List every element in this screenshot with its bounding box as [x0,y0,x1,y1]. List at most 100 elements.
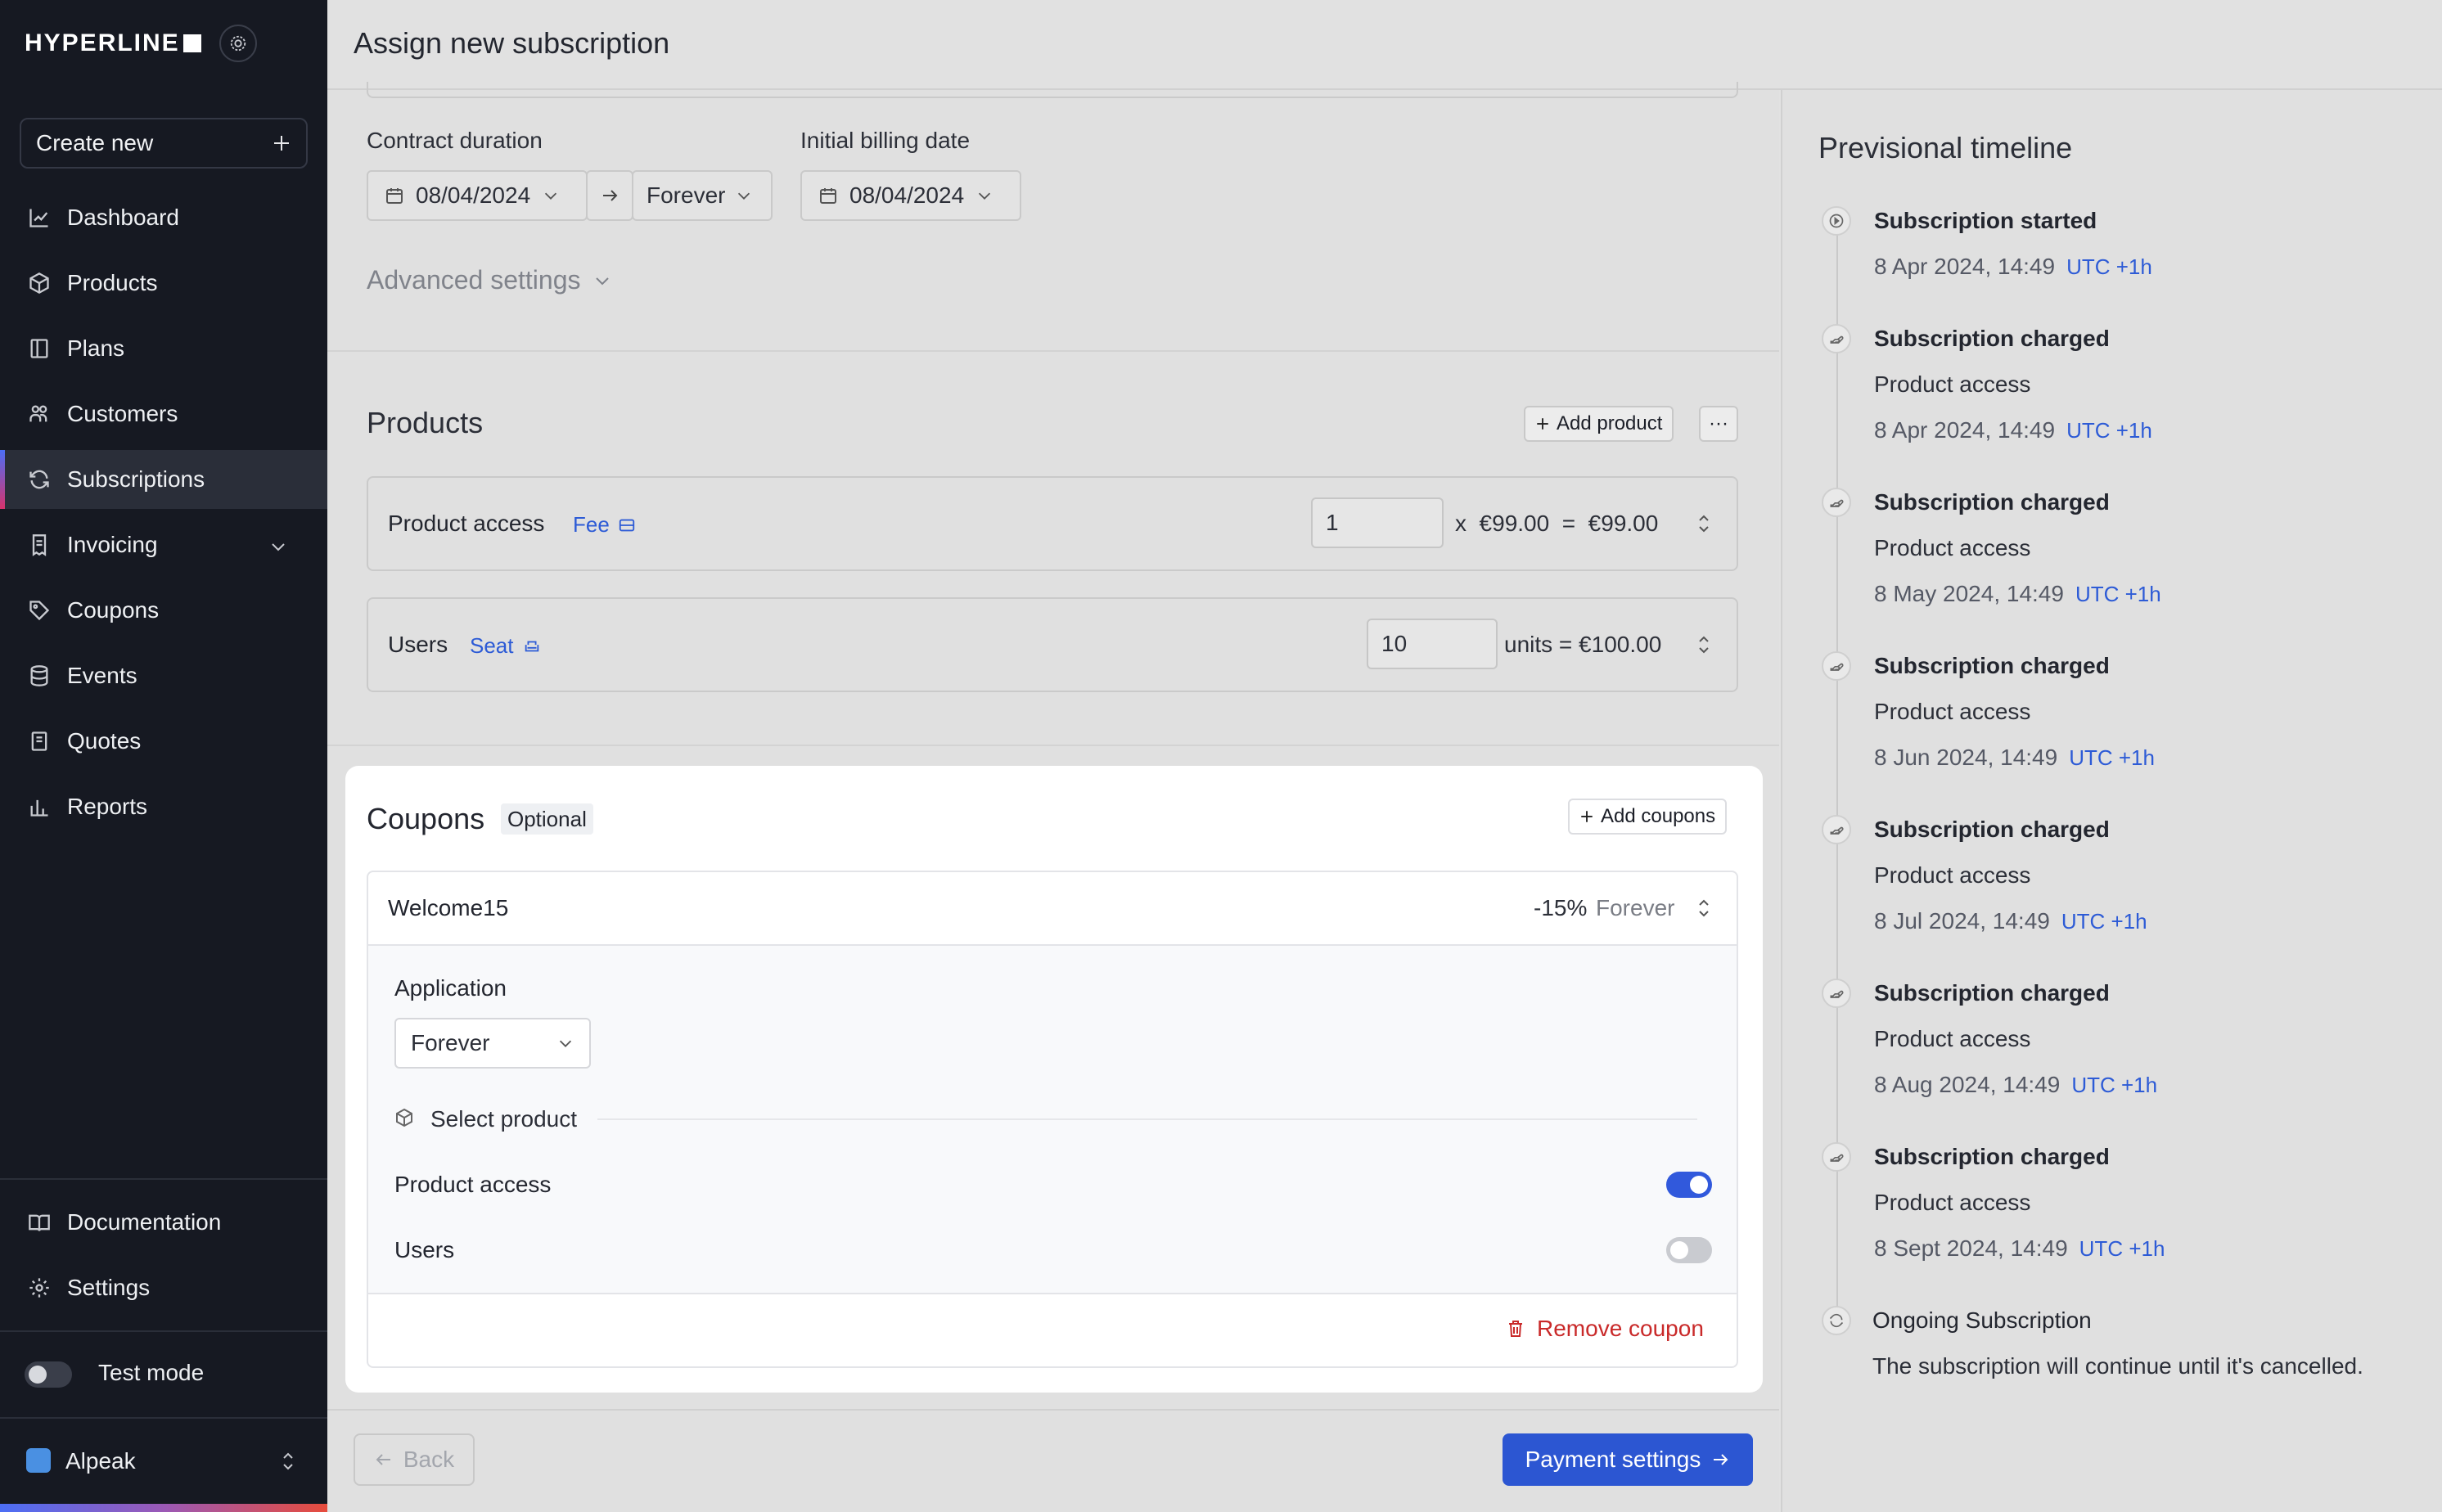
product-quantity-input[interactable]: 1 [1311,497,1444,548]
timeline-event-product: Product access [1874,862,2031,888]
seat-badge: Seat [470,633,542,659]
sidebar-item-invoicing[interactable]: Invoicing [0,515,327,574]
arrow-right-icon [586,170,633,221]
chevron-down-icon [738,192,750,200]
billing-date-picker[interactable]: 08/04/2024 [800,170,1021,221]
workspace-settings-icon[interactable] [219,25,257,62]
fee-badge: Fee [573,512,636,538]
sidebar-item-customers[interactable]: Customers [0,385,327,443]
timeline-event-title: Subscription charged [1874,980,2110,1006]
timeline-title: Previsional timeline [1818,131,2073,164]
sidebar-item-settings[interactable]: Settings [0,1258,327,1317]
chevron-down-icon [559,1040,572,1047]
previous-section-edge [367,82,1738,98]
sidebar-item-reports[interactable]: Reports [0,777,327,836]
ongoing-subscription-title: Ongoing Subscription [1872,1307,2092,1333]
book-icon [29,1214,50,1231]
ongoing-subscription-description: The subscription will continue until it'… [1872,1353,2363,1379]
chart-line-icon [29,209,48,227]
timeline-event-title: Subscription charged [1874,817,2110,842]
org-switcher[interactable]: Alpeak [65,1448,136,1474]
arrow-left-icon [376,1454,390,1465]
coupons-section-title: Coupons [367,802,485,835]
plan-icon [30,339,48,358]
cube-icon [396,1108,412,1127]
page-header: Assign new subscription [327,0,2442,90]
bar-chart-icon [30,799,48,817]
plus-icon [272,133,291,153]
sidebar-item-coupons[interactable]: Coupons [0,581,327,640]
coupon-product-label: Users [394,1237,455,1262]
payment-settings-button[interactable]: Payment settings [1503,1433,1753,1486]
application-label: Application [394,975,507,1001]
chevron-updown-icon[interactable] [1694,632,1714,658]
advanced-settings-toggle[interactable]: Advanced settings [367,265,612,295]
users-icon [29,405,47,422]
timeline-event-title: Subscription started [1874,208,2097,233]
products-more-button[interactable]: ··· [1699,406,1738,442]
sidebar-item-dashboard[interactable]: Dashboard [0,188,327,247]
calendar-icon [386,188,403,204]
timeline-panel [1781,90,2442,1512]
chevron-down-icon[interactable] [268,537,288,556]
timeline-event-date: 8 Sept 2024, 14:49 UTC +1h [1874,1235,2165,1261]
contract-end-select[interactable]: Forever [632,170,773,221]
seat-quantity-input[interactable]: 10 [1367,619,1498,669]
receipt-icon [32,534,47,556]
application-select[interactable]: Forever [394,1018,591,1069]
seat-icon [525,641,538,651]
charge-icon [1822,324,1851,353]
sidebar-divider [0,1178,327,1180]
users-toggle[interactable] [1666,1237,1712,1263]
section-divider [327,350,1779,352]
sidebar-item-subscriptions[interactable]: Subscriptions [0,450,327,509]
arrow-right-icon [1714,1454,1728,1465]
chevron-updown-icon[interactable] [1694,511,1714,537]
sidebar-item-products[interactable]: Products [0,254,327,313]
section-divider [327,745,1779,746]
document-icon [31,731,47,751]
sidebar-item-plans[interactable]: Plans [0,319,327,378]
add-coupons-button[interactable]: Add coupons [1568,799,1728,835]
org-avatar [26,1448,51,1473]
contract-start-date-picker[interactable]: 08/04/2024 [367,170,588,221]
timeline-event-title: Subscription charged [1874,653,2110,678]
product-price: x €99.00 = €99.00 [1455,511,1659,536]
charge-icon [1822,815,1851,844]
coupon-name: Welcome15 [388,895,509,920]
sidebar-item-quotes[interactable]: Quotes [0,712,327,771]
chevron-updown-icon[interactable] [278,1450,298,1473]
trash-icon [1509,1321,1522,1337]
sidebar-divider [0,1330,327,1332]
timeline-event-title: Subscription charged [1874,326,2110,351]
contract-duration-label: Contract duration [367,128,543,153]
back-button[interactable]: Back [354,1433,475,1486]
tag-icon [29,601,50,621]
test-mode-toggle[interactable] [25,1361,72,1388]
add-product-button[interactable]: Add product [1524,406,1674,442]
chevron-updown-icon[interactable] [1694,895,1714,921]
sidebar-item-events[interactable]: Events [0,646,327,705]
remove-coupon-button[interactable]: Remove coupon [1506,1316,1704,1342]
charge-icon [1822,1142,1851,1172]
seat-price: units = €100.00 [1504,632,1662,657]
initial-billing-label: Initial billing date [800,128,971,153]
cube-icon [29,272,49,295]
charge-icon [1822,651,1851,681]
divider [597,1118,1697,1120]
product-access-toggle[interactable] [1666,1172,1712,1198]
optional-badge: Optional [501,803,593,835]
timeline-event-title: Subscription charged [1874,489,2110,515]
coupon-discount: -15% [1534,895,1588,920]
create-new-button[interactable]: Create new [20,118,308,169]
product-name: Users [388,632,448,657]
timeline-event-date: 8 Aug 2024, 14:49 UTC +1h [1874,1072,2158,1097]
timeline-event-product: Product access [1874,1190,2031,1215]
sidebar-item-documentation[interactable]: Documentation [0,1193,327,1252]
sidebar-divider [0,1417,327,1419]
coupon-duration: Forever [1596,895,1675,920]
timeline-event-product: Product access [1874,699,2031,724]
product-name: Product access [388,511,545,536]
brand-gradient-bar [0,1504,327,1512]
gear-icon [29,1278,49,1298]
